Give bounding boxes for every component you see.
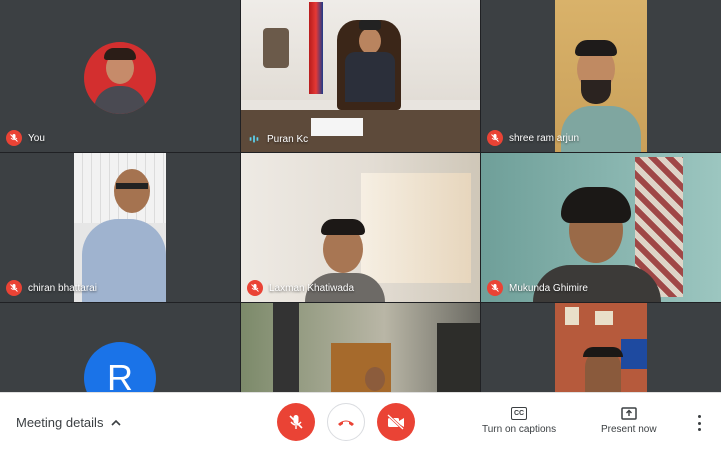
mic-off-icon [6,130,22,146]
participant-label: Puran Kc [247,132,308,146]
participant-tile-you[interactable]: You [0,0,240,152]
chevron-up-icon [111,419,122,426]
camera-off-icon [387,414,404,430]
more-vert-icon [697,415,701,418]
camera-toggle-button[interactable] [377,403,415,441]
avatar-initial: R [107,357,133,392]
participant-tile-laxman-khatiwada[interactable]: Laxman Khatiwada [241,153,480,302]
more-options-button[interactable] [693,415,705,431]
present-button[interactable]: Present now [601,407,657,435]
participant-label: Laxman Khatiwada [247,280,354,296]
participant-name: Laxman Khatiwada [269,282,355,294]
video-feed [241,0,480,152]
participant-label: shree ram arjun [487,130,579,146]
video-feed [241,303,480,392]
avatar: R [84,342,156,392]
captions-label: Turn on captions [482,424,557,435]
participant-label: Mukunda Ghimire [487,280,588,296]
participant-label: chiran bhattarai [6,280,97,296]
participant-name: You [28,132,45,144]
present-icon [621,407,637,420]
meeting-details-label: Meeting details [16,415,104,430]
avatar [84,42,156,114]
participant-name: shree ram arjun [509,132,580,144]
meeting-details-button[interactable]: Meeting details [16,415,122,430]
hang-up-button[interactable] [327,403,365,441]
participant-tile-shree-ram-arjun[interactable]: shree ram arjun [481,0,721,152]
mic-off-icon [6,280,22,296]
mic-off-icon [247,280,263,296]
participant-name: chiran bhattarai [28,282,97,294]
participant-label: You [6,130,45,146]
participant-tile-r[interactable]: R [0,303,240,392]
captions-button[interactable]: CC Turn on captions [482,407,556,435]
mic-off-icon [289,415,303,429]
hang-up-icon [338,420,354,426]
participant-tile-room[interactable] [241,303,480,392]
mic-off-icon [487,130,503,146]
participant-name: Mukunda Ghimire [509,282,588,294]
bottom-toolbar: Meeting details CC Turn on captions Pres… [0,392,721,455]
mic-toggle-button[interactable] [277,403,315,441]
video-grid: You Puran Kc shree ram arjun chiran bhat… [0,0,721,392]
video-feed [555,303,647,392]
speaking-icon [247,132,261,146]
participant-tile-puran-kc[interactable]: Puran Kc [241,0,480,152]
participant-tile-partial[interactable] [481,303,721,392]
participant-name: Puran Kc [267,133,309,145]
mic-off-icon [487,280,503,296]
captions-icon: CC [511,407,528,420]
participant-tile-chiran-bhattarai[interactable]: chiran bhattarai [0,153,240,302]
present-label: Present now [601,424,657,435]
participant-tile-mukunda-ghimire[interactable]: Mukunda Ghimire [481,153,721,302]
